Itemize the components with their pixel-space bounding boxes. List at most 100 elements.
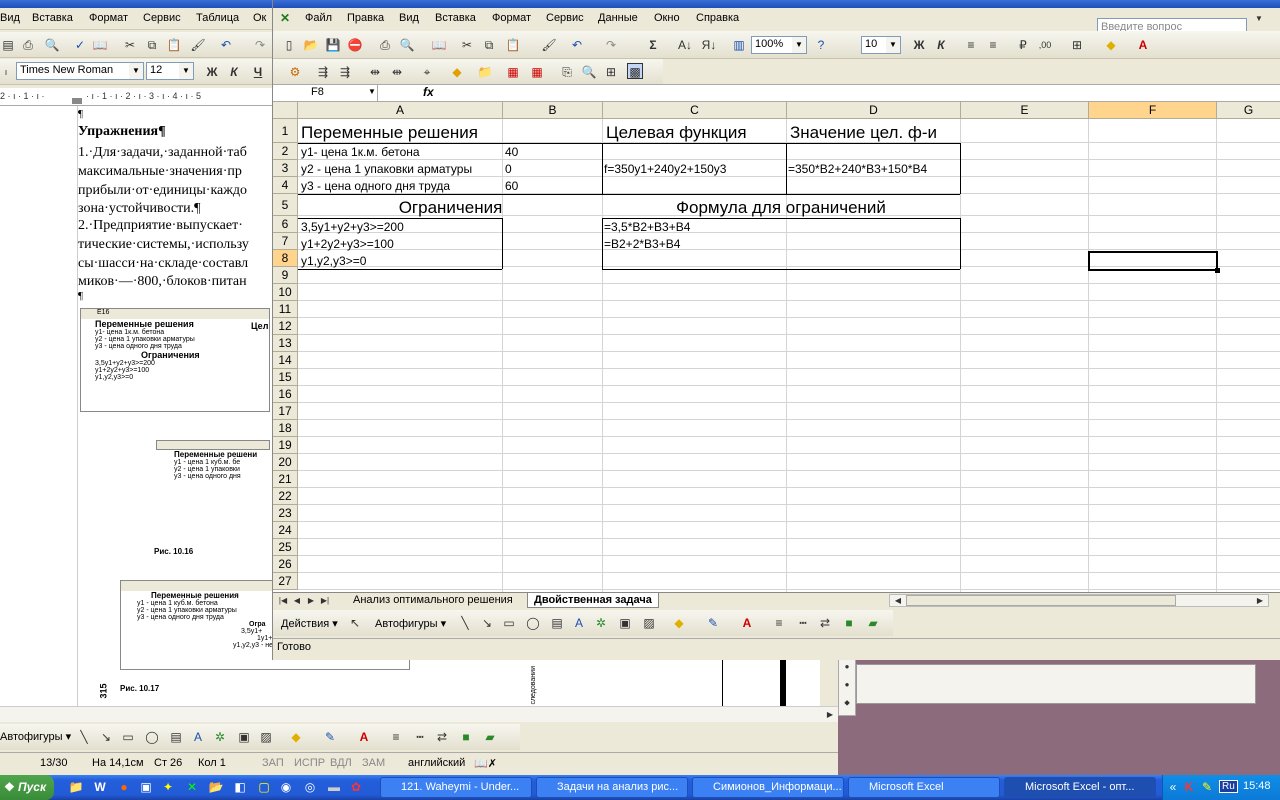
word-menu-insert[interactable]: Вставка	[32, 12, 73, 24]
undo-icon[interactable]: ↶	[569, 37, 585, 53]
word-menu-format[interactable]: Формат	[89, 12, 128, 24]
column-header-G[interactable]: G	[1217, 102, 1280, 119]
cell-A3[interactable]: y2 - цена 1 упаковки арматуры	[299, 162, 472, 176]
dash-style-icon[interactable]: ┅	[795, 615, 811, 631]
chevron-down-icon[interactable]: ▼	[1251, 11, 1267, 27]
menu-data[interactable]: Данные	[598, 12, 638, 24]
word-menu-window[interactable]: Ок	[253, 12, 266, 24]
browse-object-icon[interactable]: ●	[839, 677, 855, 693]
chevron-down-icon[interactable]: ▼	[368, 87, 376, 96]
scrollbar-thumb[interactable]	[906, 595, 1176, 606]
redo-icon[interactable]: ↷	[252, 37, 268, 53]
chevron-down-icon[interactable]: ▼	[792, 37, 806, 53]
cell-A5[interactable]: Ограничения	[299, 198, 602, 218]
copy-icon[interactable]: ⧉	[481, 37, 497, 53]
remove-all-arrows-icon[interactable]: ⇹	[389, 64, 405, 80]
picture-icon[interactable]: ▨	[258, 729, 274, 745]
italic-icon[interactable]: К	[226, 64, 242, 80]
undo-icon[interactable]: ↶	[218, 37, 234, 53]
quicklaunch-cd-icon[interactable]: ◎	[302, 779, 318, 795]
align-center-icon[interactable]: ≡	[985, 37, 1001, 53]
cell-B2[interactable]: 40	[503, 145, 518, 159]
row-header-23[interactable]: 23	[273, 505, 298, 522]
invalid-data-icon[interactable]: ▦	[505, 64, 521, 80]
scroll-right-icon[interactable]: ▶	[822, 707, 838, 723]
status-ovr[interactable]: ЗАМ	[362, 757, 385, 769]
row-header-13[interactable]: 13	[273, 335, 298, 352]
cell-C3[interactable]: f=350y1+240y2+150y3	[602, 162, 726, 176]
word-menu-tools[interactable]: Сервис	[143, 12, 181, 24]
folder-icon[interactable]: 📁	[477, 64, 493, 80]
excel-app-icon[interactable]: ✕	[277, 10, 293, 26]
arrow-icon[interactable]: ↘	[479, 615, 495, 631]
start-button[interactable]: ❖ Пуск	[0, 775, 54, 800]
oval-icon[interactable]: ◯	[525, 615, 541, 631]
row-header-8[interactable]: 8	[273, 250, 298, 267]
format-painter-icon[interactable]: 🖌	[541, 37, 557, 53]
line-icon[interactable]: ╲	[76, 729, 92, 745]
quicklaunch-app-icon[interactable]: ◧	[232, 779, 248, 795]
permission-icon[interactable]: ⛔	[347, 37, 363, 53]
fill-color-icon[interactable]: ◆	[671, 615, 687, 631]
draw-actions-menu[interactable]: Действия ▾	[281, 617, 338, 630]
excel-titlebar[interactable]	[273, 0, 1280, 8]
font-name-combo[interactable]: Times New Roman ▼	[16, 62, 144, 80]
prev-page-icon[interactable]: ●	[839, 659, 855, 675]
status-rec[interactable]: ЗАП	[262, 757, 284, 769]
bold-icon[interactable]: Ж	[911, 37, 927, 53]
cell-A1[interactable]: Переменные решения	[299, 123, 478, 143]
open-icon[interactable]: 📂	[303, 37, 319, 53]
row-header-11[interactable]: 11	[273, 301, 298, 318]
line-style-icon[interactable]: ≡	[388, 729, 404, 745]
cell-B4[interactable]: 60	[503, 179, 518, 193]
menu-tools[interactable]: Сервис	[546, 12, 584, 24]
column-header-C[interactable]: C	[603, 102, 787, 119]
sort-ascending-icon[interactable]: A↓	[677, 37, 693, 53]
chevron-down-icon[interactable]: ▼	[179, 63, 193, 79]
row-header-22[interactable]: 22	[273, 488, 298, 505]
font-color-icon[interactable]: A	[739, 615, 755, 631]
row-header-6[interactable]: 6	[273, 216, 298, 233]
fill-color-icon[interactable]: ◆	[1103, 37, 1119, 53]
shadow-icon[interactable]: ■	[458, 729, 474, 745]
row-header-4[interactable]: 4	[273, 177, 298, 194]
cell-C7[interactable]: =B2+2*B3+B4	[602, 237, 680, 251]
row-header-12[interactable]: 12	[273, 318, 298, 335]
scroll-left-icon[interactable]: ◀	[890, 593, 906, 609]
line-color-icon[interactable]: ✎	[322, 729, 338, 745]
remove-arrows-icon[interactable]: ⇹	[367, 64, 383, 80]
clipart-icon[interactable]: ▣	[617, 615, 633, 631]
row-header-26[interactable]: 26	[273, 556, 298, 573]
next-page-icon[interactable]: ⬥	[839, 695, 855, 711]
scroll-right-icon[interactable]: ▶	[1252, 593, 1268, 609]
tray-tool-icon[interactable]: ✎	[1199, 779, 1215, 795]
watch-window-icon[interactable]: ⎘	[559, 64, 575, 80]
indent-marker-icon[interactable]	[72, 88, 82, 104]
3d-icon[interactable]: ▰	[482, 729, 498, 745]
fill-color-icon[interactable]: ◆	[288, 729, 304, 745]
quicklaunch-word-icon[interactable]: W	[92, 779, 108, 795]
row-header-27[interactable]: 27	[273, 573, 298, 590]
sort-descending-icon[interactable]: Я↓	[701, 37, 717, 53]
word-menu-table[interactable]: Таблица	[196, 12, 239, 24]
font-size-combo[interactable]: 10 ▼	[861, 36, 901, 54]
task-word-doc[interactable]: Задачи на анализ рис...	[536, 777, 688, 798]
bold-icon[interactable]: Ж	[204, 64, 220, 80]
diagram-icon[interactable]: ✲	[212, 729, 228, 745]
menu-edit[interactable]: Правка	[347, 12, 384, 24]
quicklaunch-browser-icon[interactable]: ●	[116, 779, 132, 795]
textbox-icon[interactable]: ▤	[168, 729, 184, 745]
copy-icon[interactable]: ⧉	[144, 37, 160, 53]
error-check-icon[interactable]: ◆	[449, 64, 465, 80]
formula-audit-icon[interactable]: ▩	[627, 63, 643, 79]
preview-icon[interactable]: 🔍	[44, 37, 60, 53]
cell-C5[interactable]: Формула для ограничений	[602, 198, 960, 218]
row-header-7[interactable]: 7	[273, 233, 298, 250]
print-preview-icon[interactable]: 🔍	[399, 37, 415, 53]
task-excel[interactable]: Microsoft Excel	[848, 777, 1000, 798]
row-header-21[interactable]: 21	[273, 471, 298, 488]
research-icon[interactable]: 📖	[431, 37, 447, 53]
name-box[interactable]: F8 ▼	[273, 85, 378, 101]
menu-file[interactable]: Файл	[305, 12, 332, 24]
save-icon[interactable]: 💾	[325, 37, 341, 53]
